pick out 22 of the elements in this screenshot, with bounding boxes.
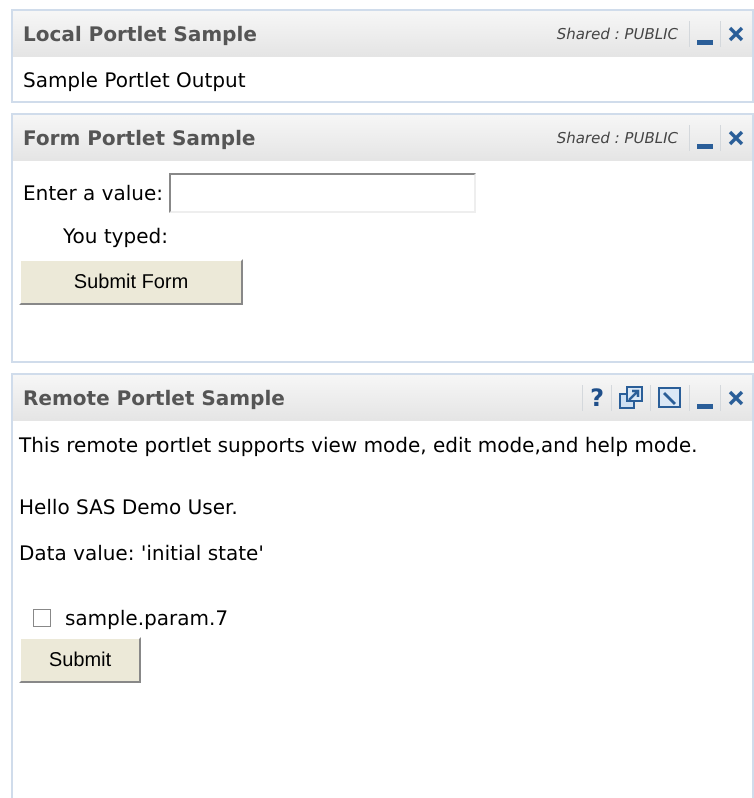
close-icon[interactable] [728, 390, 744, 406]
submit-button[interactable]: Submit [19, 637, 141, 683]
shared-status: Shared : PUBLIC [556, 24, 678, 45]
paragraph: Data value: 'initial state' [19, 540, 265, 567]
paragraph: Hello SAS Demo User. [19, 494, 239, 521]
portlet-title: Form Portlet Sample [23, 125, 256, 152]
close-icon[interactable] [728, 130, 744, 146]
close-icon[interactable] [728, 26, 744, 42]
help-icon[interactable]: ? [590, 386, 604, 410]
shared-status: Shared : PUBLIC [556, 128, 678, 149]
portlet-title: Local Portlet Sample [23, 21, 258, 48]
field-label: Enter a value: [23, 180, 164, 207]
typed-label: You typed: [62, 223, 169, 250]
portlet-title: Remote Portlet Sample [23, 385, 286, 412]
edit-icon[interactable] [658, 387, 682, 409]
portlet-output: Sample Portlet Output [23, 68, 246, 92]
submit-button[interactable]: Submit Form [19, 259, 243, 305]
popout-icon[interactable] [619, 386, 643, 410]
paragraph: This remote portlet supports view mode, edit mode,and help mode. [19, 432, 698, 459]
checkbox-label: sample.param.7 [65, 605, 228, 632]
value-field[interactable] [169, 173, 476, 213]
checkbox[interactable] [33, 609, 51, 627]
